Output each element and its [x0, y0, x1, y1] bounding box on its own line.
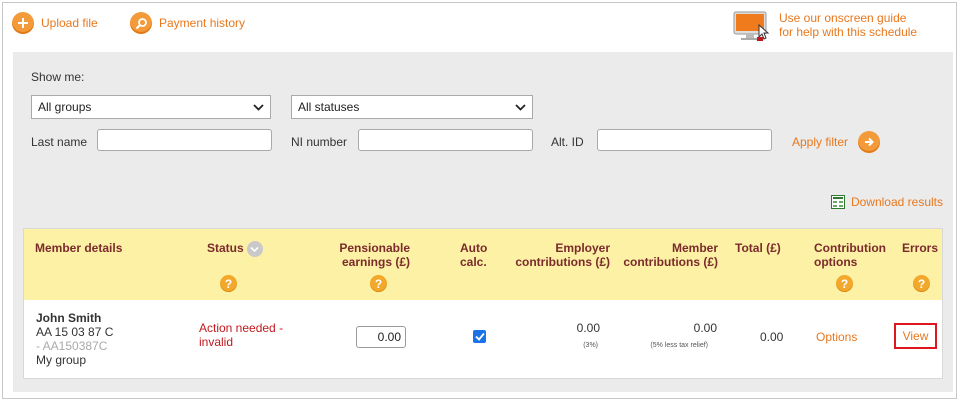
help-glyph: ?: [840, 276, 849, 291]
col-member-details: Member details: [35, 241, 122, 255]
results-table: Member details Status ? Pensionable earn…: [23, 228, 943, 379]
status-help-icon[interactable]: ?: [220, 275, 237, 292]
member-alt-id: - AA150387C: [36, 339, 108, 353]
alt-id-input[interactable]: [597, 129, 772, 151]
status-select-value: All statuses: [298, 100, 360, 114]
col-options-line2: options: [814, 255, 858, 269]
auto-calc-checkbox[interactable]: [473, 330, 486, 343]
col-total: Total (£): [735, 241, 781, 255]
col-employer-line1: Employer: [555, 241, 610, 255]
help-glyph: ?: [917, 276, 926, 291]
col-auto-line1: Auto: [460, 241, 488, 255]
payment-history-label: Payment history: [159, 16, 246, 30]
last-name-label: Last name: [31, 135, 88, 149]
table-header: Member details Status ? Pensionable earn…: [24, 229, 942, 300]
status-select[interactable]: All statuses: [291, 95, 533, 119]
pensionable-earnings-input[interactable]: 0.00: [356, 326, 406, 348]
col-contribution-options: Contribution options: [814, 241, 886, 269]
member-group: My group: [36, 353, 87, 367]
status-cell: Action needed - invalid: [199, 321, 283, 349]
chevron-down-icon: [515, 104, 526, 111]
col-errors: Errors: [902, 241, 938, 255]
payment-history-button[interactable]: Payment history: [130, 12, 245, 34]
upload-file-button[interactable]: Upload file: [12, 12, 98, 34]
employer-cell: 0.00 (3%): [577, 321, 600, 353]
employer-note: (3%): [583, 342, 598, 349]
view-errors-button[interactable]: View: [894, 323, 937, 349]
apply-filter-button[interactable]: Apply filter: [792, 131, 881, 153]
ni-number-input[interactable]: [358, 129, 533, 151]
chevron-down-icon: [253, 104, 264, 111]
col-options-line1: Contribution: [814, 241, 886, 255]
schedule-frame: Upload file Payment history Use our onsc…: [2, 2, 957, 399]
help-glyph: ?: [374, 276, 383, 291]
col-pensionable-line1: Pensionable: [339, 241, 410, 255]
col-pensionable-earnings: Pensionable earnings (£): [339, 241, 410, 269]
magnifier-icon: [130, 12, 152, 34]
status-line2: invalid: [199, 335, 234, 349]
member-ni: AA 15 03 87 C: [36, 325, 114, 339]
member-details-cell: John Smith AA 15 03 87 C - AA150387C My …: [36, 311, 113, 367]
options-link[interactable]: Options: [816, 330, 857, 344]
checkmark-icon: [474, 332, 485, 341]
status-line1: Action needed -: [199, 321, 284, 335]
member-note: (5% less tax relief): [650, 342, 708, 349]
col-employer-line2: contributions (£): [515, 255, 610, 269]
col-status[interactable]: Status: [207, 241, 263, 257]
guide-line-2: for help with this schedule: [779, 25, 918, 39]
monitor-guide-icon: [733, 11, 771, 46]
download-results-label: Download results: [850, 195, 943, 209]
member-name: John Smith: [36, 311, 102, 325]
member-cell: 0.00 (5% less tax relief): [650, 321, 717, 353]
show-me-label: Show me:: [31, 70, 85, 84]
col-auto-line2: calc.: [460, 255, 487, 269]
col-employer-contributions: Employer contributions (£): [515, 241, 610, 269]
guide-line-1: Use our onscreen guide: [779, 11, 907, 25]
col-member-contributions: Member contributions (£): [623, 241, 718, 269]
last-name-input[interactable]: [97, 129, 272, 151]
errors-help-icon[interactable]: ?: [913, 275, 930, 292]
group-select-value: All groups: [38, 100, 92, 114]
col-member-details-label: Member details: [35, 241, 123, 255]
total-cell: 0.00: [760, 330, 784, 344]
employer-value: 0.00: [576, 321, 600, 335]
results-panel: Download results Member details Status ?…: [13, 173, 953, 392]
help-glyph: ?: [224, 276, 233, 291]
spreadsheet-icon: [830, 195, 845, 209]
col-auto-calc: Auto calc.: [460, 241, 487, 269]
col-member-line1: Member: [671, 241, 718, 255]
col-pensionable-line2: earnings (£): [341, 255, 410, 269]
col-member-line2: contributions (£): [623, 255, 718, 269]
options-help-icon[interactable]: ?: [836, 275, 853, 292]
col-total-label: Total (£): [735, 241, 781, 255]
col-status-label: Status: [207, 241, 244, 256]
member-value: 0.00: [693, 321, 717, 335]
alt-id-label: Alt. ID: [551, 135, 584, 149]
download-results-link[interactable]: Download results: [830, 195, 943, 209]
ni-number-label: NI number: [291, 135, 348, 149]
onscreen-guide-link[interactable]: Use our onscreen guide for help with thi…: [733, 11, 917, 46]
apply-filter-label: Apply filter: [792, 135, 849, 149]
upload-file-label: Upload file: [41, 16, 98, 30]
earnings-help-icon[interactable]: ?: [370, 275, 387, 292]
plus-icon: [12, 12, 34, 34]
arrow-right-icon: [858, 131, 881, 153]
sort-chevron-icon[interactable]: [246, 241, 263, 257]
col-errors-label: Errors: [902, 241, 939, 255]
group-select[interactable]: All groups: [31, 95, 271, 119]
filter-panel: Show me: All groups All statuses Last na…: [13, 52, 953, 173]
